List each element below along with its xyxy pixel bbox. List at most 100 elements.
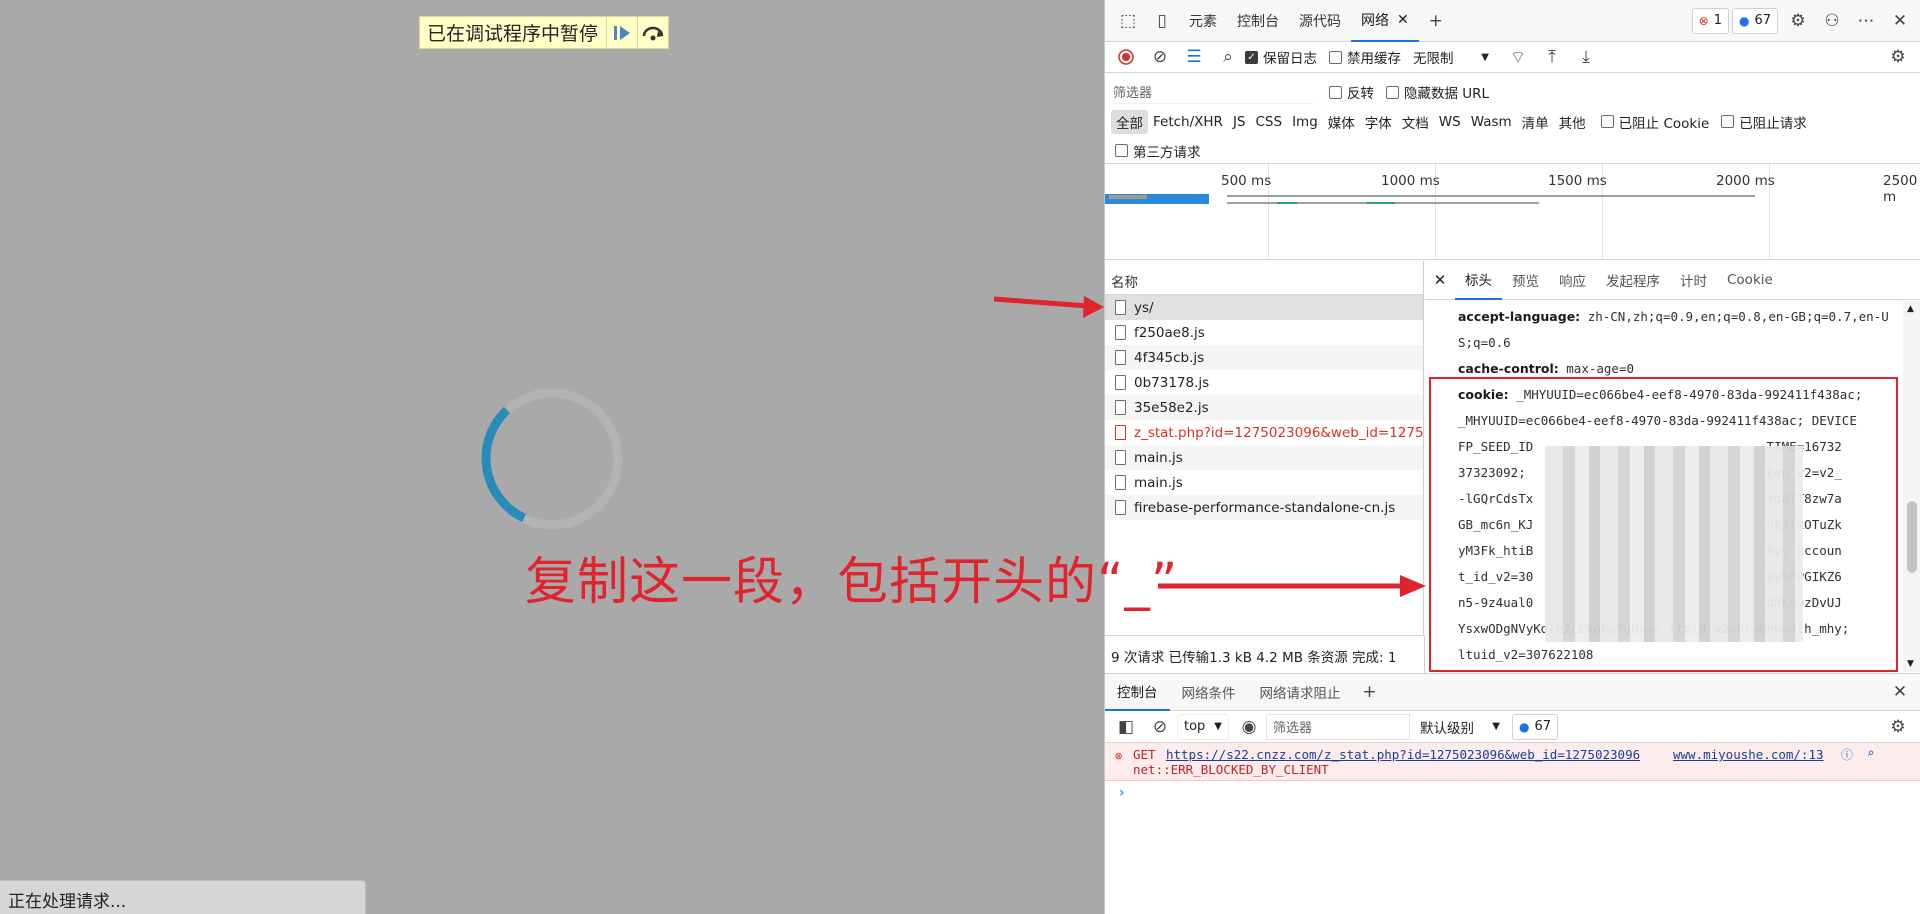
console-filter-input[interactable]: 筛选器 [1266,713,1410,740]
type-ws[interactable]: WS [1434,112,1466,132]
context-select[interactable]: top ▼ [1177,713,1229,740]
request-row[interactable]: ys/ [1105,295,1423,320]
scroll-up-icon[interactable]: ▲ [1907,304,1914,314]
request-row[interactable]: 0b73178.js [1105,370,1423,395]
close-tab-icon[interactable]: ✕ [1397,12,1409,28]
request-row[interactable]: f250ae8.js [1105,320,1423,345]
more-options-icon[interactable]: ⋯ [1849,6,1883,36]
filter-input[interactable]: 筛选器 [1113,80,1313,104]
scroll-thumb[interactable] [1907,501,1917,573]
tab-elements[interactable]: 元素 [1179,0,1227,42]
tab-network[interactable]: 网络 ✕ [1351,0,1419,42]
blocked-cookies-checkbox[interactable]: 已阻止 Cookie [1600,112,1709,132]
request-row[interactable]: main.js [1105,470,1423,495]
type-wasm[interactable]: Wasm [1466,112,1517,132]
error-source-link[interactable]: www.miyoushe.com/:13 [1673,747,1824,762]
error-url-link[interactable]: https://s22.cnzz.com/z_stat.php?id=12750… [1166,747,1640,762]
customize-icon[interactable]: ⚇ [1815,6,1849,36]
invert-checkbox[interactable]: 反转 [1329,82,1374,102]
search-icon[interactable]: ⌕ [1867,746,1874,760]
timeline-bar [1277,202,1297,204]
type-all[interactable]: 全部 [1111,109,1148,134]
console-settings-icon[interactable]: ⚙ [1881,712,1915,742]
network-conditions-icon[interactable]: ⌔ [1501,42,1535,72]
console-prompt[interactable]: › [1105,781,1920,805]
tab-preview[interactable]: 预览 [1502,261,1549,300]
tab-timing[interactable]: 计时 [1670,261,1717,300]
type-manifest[interactable]: 清单 [1517,110,1554,134]
timeline-tick: 1000 ms [1381,173,1440,189]
third-party-label: 第三方请求 [1133,144,1201,161]
network-overview-timeline[interactable]: 500 ms 1000 ms 1500 ms 2000 ms 2500 m [1105,164,1920,260]
type-img[interactable]: Img [1287,112,1323,132]
scroll-down-icon[interactable]: ▼ [1907,659,1914,669]
console-error-message: ⊗ GET https://s22.cnzz.com/z_stat.php?id… [1105,743,1920,781]
request-details: ✕ 标头 预览 响应 发起程序 计时 Cookie accept-languag… [1425,261,1920,673]
third-party-checkbox[interactable]: 第三方请求 [1115,141,1201,161]
export-har-icon[interactable]: ⤓ [1569,42,1603,72]
tab-console[interactable]: 控制台 [1227,0,1289,42]
drawer-tab-console[interactable]: 控制台 [1105,674,1170,711]
clear-console-icon[interactable]: ⊘ [1143,712,1177,742]
live-expression-icon[interactable]: ◉ [1232,712,1266,742]
request-row[interactable]: 4f345cb.js [1105,345,1423,370]
request-row[interactable]: main.js [1105,445,1423,470]
record-icon[interactable] [1109,42,1143,72]
checkbox-checked: ✓ [1245,50,1258,64]
drawer-tab-network-conditions[interactable]: 网络条件 [1170,674,1248,711]
type-other[interactable]: 其他 [1554,110,1591,134]
tab-initiator[interactable]: 发起程序 [1596,261,1670,300]
tab-cookies[interactable]: Cookie [1717,261,1783,300]
type-fetch-xhr[interactable]: Fetch/XHR [1148,112,1228,132]
hide-data-urls-checkbox[interactable]: 隐藏数据 URL [1386,82,1489,102]
checkbox [1721,115,1735,128]
name-column-header[interactable]: 名称 [1105,261,1423,295]
tab-sources[interactable]: 源代码 [1289,0,1351,42]
header-name: cache-control: [1458,361,1559,376]
request-name: 35e58e2.js [1134,399,1209,416]
settings-icon[interactable]: ⚙ [1781,6,1815,36]
step-over-button[interactable] [637,17,668,48]
type-css[interactable]: CSS [1251,112,1288,132]
add-drawer-tab-icon[interactable]: + [1353,677,1387,707]
checkbox [1600,115,1614,128]
import-har-icon[interactable]: ⤒ [1535,42,1569,72]
request-row[interactable]: z_stat.php?id=1275023096&web_id=1275... [1105,420,1423,445]
add-tab-icon[interactable]: + [1419,6,1453,36]
throttle-select[interactable]: 无限制 ▼ [1413,47,1489,67]
details-scrollbar[interactable]: ▲ ▼ [1903,301,1920,672]
debugger-paused-banner: 已在调试程序中暂停 [419,16,670,49]
filter-icon[interactable]: ☰ [1177,42,1211,72]
message-count: 67 [1754,13,1771,28]
network-settings-icon[interactable]: ⚙ [1881,42,1915,72]
tab-response[interactable]: 响应 [1549,261,1596,300]
inspect-element-icon[interactable]: ⬚ [1111,6,1145,36]
type-font[interactable]: 字体 [1360,110,1397,134]
console-message-badge[interactable]: ● 67 [1512,713,1559,740]
clear-icon[interactable]: ⊘ [1143,42,1177,72]
info-icon[interactable]: ⓘ [1841,746,1853,763]
close-details-icon[interactable]: ✕ [1425,271,1455,289]
resume-button[interactable] [606,17,637,48]
request-name: z_stat.php?id=1275023096&web_id=1275... [1134,424,1423,441]
search-icon[interactable]: ⌕ [1211,42,1245,72]
request-row[interactable]: 35e58e2.js [1105,395,1423,420]
drawer-tab-request-blocking[interactable]: 网络请求阻止 [1248,674,1353,711]
message-count-badge[interactable]: ● 67 [1731,7,1778,34]
blocked-requests-checkbox[interactable]: 已阻止请求 [1721,112,1807,132]
sidebar-toggle-icon[interactable]: ◧ [1109,712,1143,742]
disable-cache-checkbox[interactable]: 禁用缓存 [1329,47,1401,67]
log-level-select[interactable]: 默认级别 ▼ [1420,717,1500,737]
request-row[interactable]: firebase-performance-standalone-cn.js [1105,495,1423,520]
tab-headers[interactable]: 标头 [1455,261,1502,300]
close-drawer-icon[interactable]: ✕ [1883,677,1917,707]
preserve-log-checkbox[interactable]: ✓ 保留日志 [1245,47,1317,67]
request-name: main.js [1134,449,1183,466]
type-doc[interactable]: 文档 [1397,110,1434,134]
type-js[interactable]: JS [1228,112,1251,132]
browser-page: 已在调试程序中暂停 正在处理请求... [0,0,1104,914]
close-devtools-icon[interactable]: ✕ [1883,6,1917,36]
type-media[interactable]: 媒体 [1323,110,1360,134]
device-toolbar-icon[interactable]: ▯ [1145,6,1179,36]
error-count-badge[interactable]: ⊗ 1 [1691,7,1729,34]
